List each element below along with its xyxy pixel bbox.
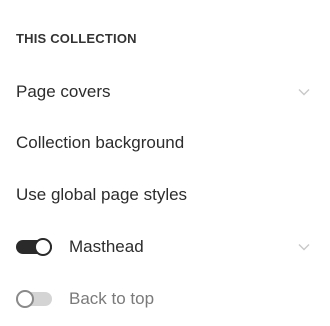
back-to-top-toggle[interactable]: [16, 290, 52, 308]
chevron-down-icon[interactable]: [298, 243, 310, 251]
collection-background-label: Collection background: [16, 133, 185, 152]
toggle-knob: [16, 290, 34, 308]
page-covers-row[interactable]: Page covers: [0, 74, 330, 110]
masthead-row[interactable]: Masthead: [0, 229, 330, 265]
back-to-top-label: Back to top: [69, 289, 155, 308]
page-covers-label: Page covers: [16, 82, 111, 101]
chevron-down-icon[interactable]: [298, 88, 310, 96]
back-to-top-row[interactable]: Back to top: [0, 281, 330, 317]
use-global-page-styles-row[interactable]: Use global page styles: [0, 177, 330, 213]
use-global-page-styles-label: Use global page styles: [16, 185, 188, 204]
toggle-knob: [34, 238, 52, 256]
collection-settings-panel: THIS COLLECTION Page covers Collection b…: [0, 0, 330, 326]
masthead-toggle[interactable]: [16, 238, 52, 256]
masthead-label: Masthead: [69, 237, 144, 256]
section-title: THIS COLLECTION: [16, 31, 137, 46]
collection-background-row[interactable]: Collection background: [0, 125, 330, 161]
